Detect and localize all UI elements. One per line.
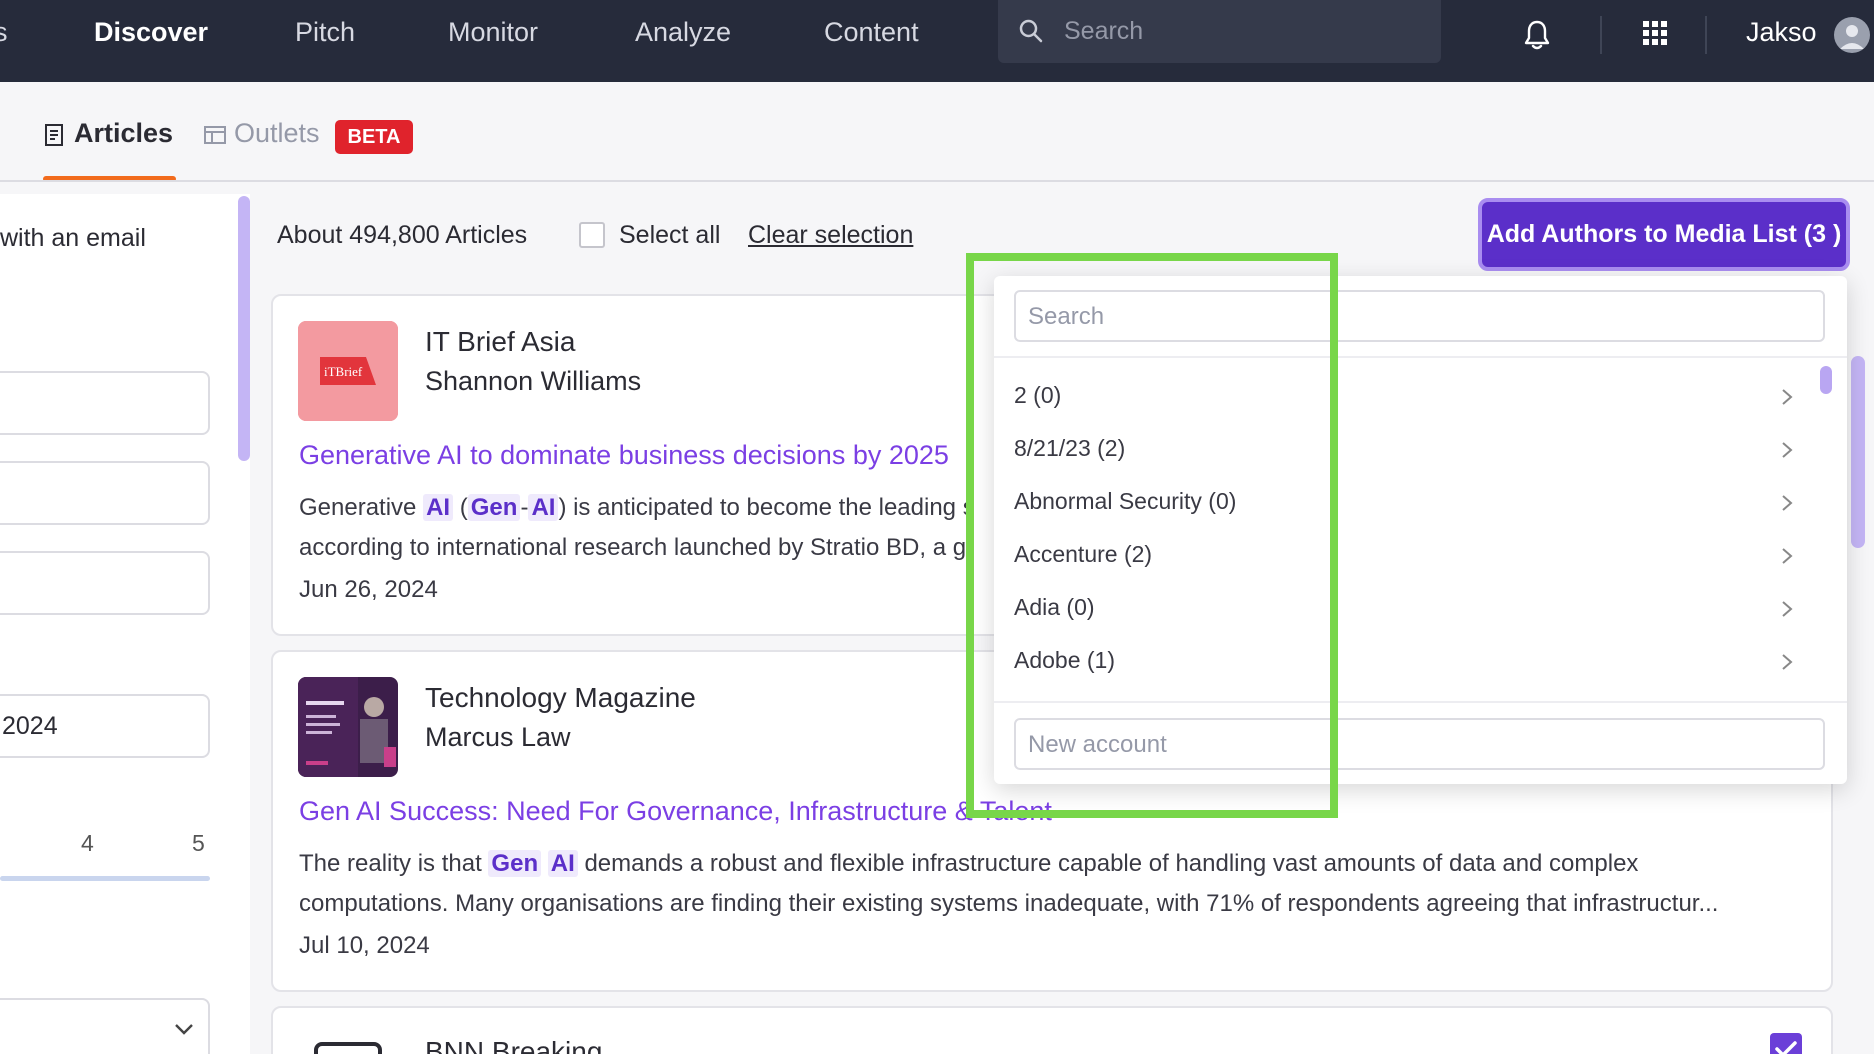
range-slider-track[interactable] (0, 876, 210, 881)
article-date: Jun 26, 2024 (299, 576, 438, 603)
sidebar-scrollbar[interactable] (238, 196, 250, 461)
filter-email-label: with an email (0, 224, 146, 252)
article-headline[interactable]: Gen AI Success: Need For Governance, Inf… (299, 796, 1052, 827)
user-name[interactable]: Jakso (1746, 17, 1817, 48)
outlet-icon (204, 125, 226, 144)
outlet-logo: iTBrief (298, 321, 398, 421)
chevron-right-icon (1782, 654, 1793, 670)
tab-outlets-label: Outlets (234, 118, 320, 148)
chevron-right-icon (1782, 548, 1793, 564)
nav-divider (1600, 16, 1602, 54)
filter-dropdown[interactable] (0, 998, 210, 1054)
dropdown-scrollbar[interactable] (1820, 366, 1832, 394)
nav-item-content[interactable]: Content (824, 17, 919, 48)
select-all-checkbox[interactable] (579, 222, 605, 248)
filter-field[interactable] (0, 371, 210, 435)
nav-item-pitch[interactable]: Pitch (295, 17, 355, 48)
global-search-placeholder: Search (1064, 17, 1144, 45)
nav-item-discover[interactable]: Discover (94, 17, 208, 48)
nav-item-cut-off[interactable]: s (0, 17, 8, 48)
clear-selection-link[interactable]: Clear selection (748, 221, 913, 250)
slider-tick-label: 4 (81, 830, 94, 856)
article-snippet: The reality is that Gen AI demands a rob… (299, 850, 1719, 917)
keyword-highlight: AI (547, 850, 578, 877)
keyword-highlight: Gen (467, 494, 521, 521)
keyword-highlight: Gen (488, 850, 542, 877)
filter-field[interactable] (0, 461, 210, 525)
article-headline[interactable]: Generative AI to dominate business decis… (299, 440, 949, 471)
article-selected-checkbox[interactable] (1770, 1033, 1802, 1054)
tabs-divider (0, 180, 1874, 182)
author-name[interactable]: Marcus Law (425, 722, 571, 753)
nav-item-monitor[interactable]: Monitor (448, 17, 538, 48)
article-card[interactable]: BNN Breaking (271, 1006, 1833, 1054)
outlet-name[interactable]: BNN Breaking (425, 1036, 602, 1054)
nav-divider (1705, 16, 1707, 54)
search-icon (1019, 19, 1043, 43)
apps-grid-icon[interactable] (1642, 20, 1668, 46)
annotation-highlight-box (966, 253, 1338, 818)
tab-articles[interactable]: Articles (44, 118, 173, 149)
global-search-bar[interactable]: Search (998, 0, 1441, 63)
chevron-down-icon (175, 1024, 193, 1035)
keyword-highlight: AI (528, 494, 559, 521)
nav-item-analyze[interactable]: Analyze (635, 17, 731, 48)
add-authors-to-media-list-button[interactable]: Add Authors to Media List (3 ) (1478, 198, 1850, 271)
results-count: About 494,800 Articles (277, 221, 528, 249)
view-tabs: Articles Outlets BETA (0, 82, 1874, 182)
slider-tick-label: 5 (192, 830, 205, 856)
beta-badge: BETA (335, 120, 413, 154)
tab-articles-label: Articles (74, 118, 174, 148)
keyword-highlight: AI (423, 494, 454, 521)
article-date: Jul 10, 2024 (299, 932, 430, 959)
outlet-logo (298, 1038, 398, 1054)
chevron-right-icon (1782, 442, 1793, 458)
chevron-right-icon (1782, 495, 1793, 511)
article-snippet: Generative AI (Gen - AI) is anticipated to… (299, 494, 975, 561)
top-nav-bar: s Discover Pitch Monitor Analyze Content… (0, 0, 1874, 82)
select-all-label[interactable]: Select all (619, 221, 720, 250)
tab-outlets[interactable]: Outlets (204, 118, 320, 149)
checkmark-icon (1775, 1041, 1797, 1054)
author-name[interactable]: Shannon Williams (425, 366, 641, 397)
filter-field[interactable] (0, 551, 210, 615)
chevron-right-icon (1782, 389, 1793, 405)
chevron-right-icon (1782, 601, 1793, 617)
article-icon (45, 123, 63, 146)
date-filter-value: 2024 (2, 712, 58, 740)
date-filter-field[interactable]: 2024 (0, 694, 210, 758)
bell-icon[interactable] (1522, 19, 1552, 51)
main-scrollbar[interactable] (1851, 356, 1865, 548)
outlet-logo-text: iTBrief (324, 364, 363, 379)
outlet-name[interactable]: IT Brief Asia (425, 326, 575, 358)
user-avatar-icon[interactable] (1834, 17, 1870, 53)
outlet-name[interactable]: Technology Magazine (425, 682, 696, 714)
filter-sidebar: with an email 2024 4 5 (0, 194, 250, 1054)
outlet-logo (298, 677, 398, 777)
